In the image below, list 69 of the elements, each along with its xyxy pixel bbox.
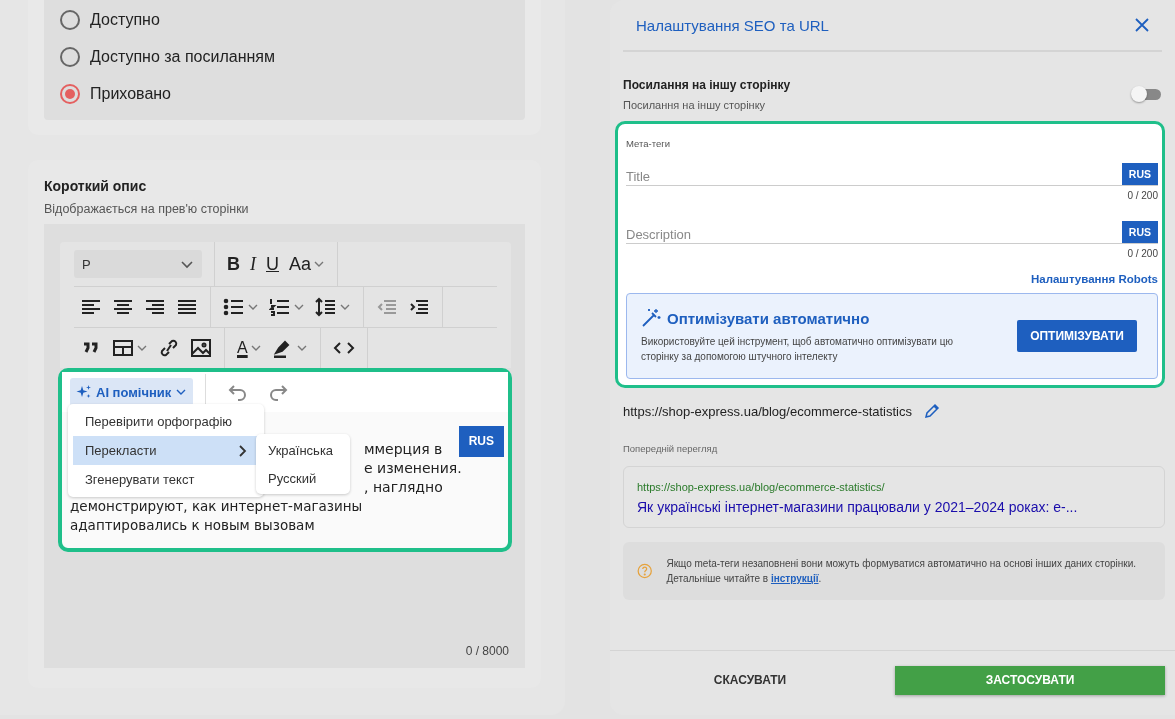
outdent-icon: [376, 297, 398, 317]
radio-button[interactable]: [60, 84, 80, 104]
text-fragment: , наглядно: [364, 478, 443, 497]
preview-title: Як українські інтернет-магазини працювали у 2021–2024 роках: e-...: [637, 499, 1079, 515]
case-button[interactable]: Aa: [289, 250, 326, 278]
image-icon: [190, 338, 212, 358]
text-field[interactable]: Title: [626, 169, 1122, 185]
sparkle-icon: [76, 384, 92, 400]
character-counter: 0 / 200: [1126, 248, 1158, 259]
section-title: Короткий опис: [44, 178, 148, 194]
language-badge[interactable]: RUS: [1121, 221, 1158, 243]
toggle-switch[interactable]: [1133, 89, 1161, 100]
ai-assistant-button[interactable]: AI помічник: [70, 378, 194, 406]
text-fragment: ммерция в: [364, 440, 443, 459]
bullets-icon: [223, 297, 245, 317]
chevron-right-icon: [237, 443, 247, 458]
underline-button[interactable]: U: [266, 250, 279, 278]
character-counter: 0 / 8000: [464, 644, 510, 660]
radio-button[interactable]: [60, 47, 80, 67]
setting-subtitle: Посилання на іншу сторінку: [623, 99, 767, 111]
align-right-icon: [144, 297, 166, 317]
radio-label: Доступно за посиланням: [90, 48, 275, 66]
align-center-icon: [112, 297, 134, 317]
page-url: https://shop-express.ua/blog/ecommerce-statistics: [623, 403, 912, 419]
section-subtitle: Відображається на прев'ю сторінки: [44, 202, 250, 216]
line-height-icon: [315, 297, 337, 317]
optimize-title: Оптимізувати автоматично: [667, 309, 870, 327]
info-text: Якщо meta-теги незаповнені вони можуть формуватися автоматично на основі інших даних сторінки. Детальніше читайте в інструкції.: [666, 557, 1138, 586]
text-color-button[interactable]: A: [237, 334, 262, 362]
link-icon: [158, 338, 180, 358]
text-fragment: е изменения.: [364, 459, 462, 478]
menu-item[interactable]: Перевірити орфографію: [73, 407, 259, 436]
undo-icon: [228, 383, 249, 401]
dialog-title: Налаштування SEO та URL: [636, 16, 829, 34]
magic-wand-icon: [641, 308, 661, 328]
language-badge[interactable]: RUS: [458, 426, 504, 457]
menu-item[interactable]: Русский: [256, 464, 350, 492]
italic-button[interactable]: I: [250, 250, 256, 278]
menu-item[interactable]: Згенерувати текст: [73, 465, 259, 494]
text-line: демонстрируют, как интернет-магазины: [70, 497, 364, 516]
radio-button[interactable]: [60, 10, 80, 30]
text-line: адаптировались к новым вызовам: [70, 516, 316, 535]
optimize-description: Використовуйте цей інструмент, щоб автоматично оптимізувати цю сторінку за допомогою штучного інтелекту: [641, 335, 954, 364]
radio-label: Доступно: [90, 11, 160, 29]
language-badge[interactable]: RUS: [1121, 163, 1158, 185]
setting-title: Посилання на іншу сторінку: [623, 78, 791, 92]
redo-icon: [268, 383, 289, 401]
close-icon[interactable]: [1135, 18, 1149, 32]
cancel-button[interactable]: СКАСУВАТИ: [610, 673, 890, 687]
radio-label: Приховано: [90, 85, 171, 103]
robots-settings-link[interactable]: Налаштування Robots: [1030, 273, 1158, 285]
optimize-button[interactable]: ОПТИМІЗУВАТИ: [1017, 320, 1137, 352]
align-left-icon: [80, 297, 102, 317]
character-counter: 0 / 200: [1126, 190, 1158, 201]
numbers-icon: [269, 297, 291, 317]
instructions-link[interactable]: інструкції: [770, 573, 819, 584]
question-icon: [637, 561, 653, 581]
edit-icon[interactable]: [924, 403, 940, 419]
bold-button[interactable]: B: [227, 250, 240, 278]
menu-item[interactable]: Перекласти: [73, 436, 259, 465]
section-label: Мета-теги: [626, 138, 671, 149]
table-icon: [112, 338, 134, 358]
text-field[interactable]: Description: [626, 227, 1122, 243]
preview-label: Попередній перегляд: [623, 443, 719, 454]
format-select[interactable]: P: [74, 250, 202, 278]
justify-icon: [176, 297, 198, 317]
indent-icon: [408, 297, 430, 317]
preview-url: https://shop-express.ua/blog/ecommerce-statistics/: [637, 481, 886, 493]
menu-item[interactable]: Українська: [256, 436, 350, 464]
